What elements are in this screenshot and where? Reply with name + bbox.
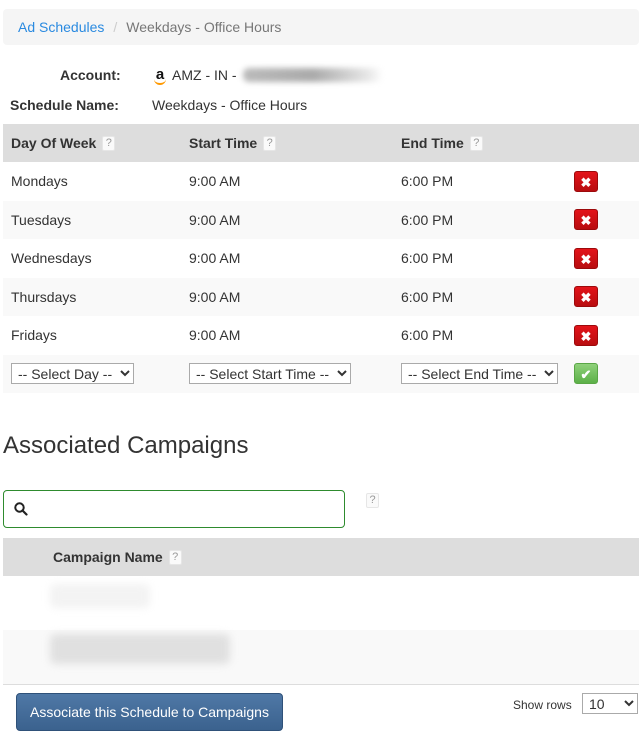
delete-row-button[interactable]: ✖ <box>574 286 598 308</box>
end-time-header: End Time? <box>393 124 566 162</box>
help-icon[interactable]: ? <box>102 136 116 152</box>
start-time-cell: 9:00 AM <box>189 250 241 267</box>
associate-schedule-button[interactable]: Associate this Schedule to Campaigns <box>16 693 283 731</box>
account-value-container: a AMZ - IN - <box>153 67 383 85</box>
add-row-confirm-button[interactable]: ✔ <box>574 363 598 385</box>
start-time-cell: 9:00 AM <box>189 327 241 344</box>
help-icon[interactable]: ? <box>263 136 277 152</box>
show-rows-select[interactable]: 10 <box>582 693 638 714</box>
select-day-dropdown[interactable]: -- Select Day -- <box>11 363 134 385</box>
associated-campaigns-title: Associated Campaigns <box>3 432 249 459</box>
redacted-account-name <box>242 68 383 82</box>
show-rows-label: Show rows <box>513 698 572 712</box>
breadcrumb-current: Weekdays - Office Hours <box>126 19 282 35</box>
breadcrumb: Ad Schedules / Weekdays - Office Hours <box>3 9 639 45</box>
delete-row-button[interactable]: ✖ <box>574 324 598 346</box>
table-row: Tuesdays 9:00 AM 6:00 PM ✖ <box>3 200 639 239</box>
day-cell: Tuesdays <box>3 200 181 239</box>
help-icon[interactable]: ? <box>469 136 483 152</box>
end-time-cell: 6:00 PM <box>393 277 566 316</box>
campaign-row[interactable] <box>3 630 639 684</box>
campaign-search-input[interactable] <box>36 494 344 524</box>
schedule-table-header: Day Of Week? Start Time? End Time? <box>3 124 639 162</box>
account-value: AMZ - IN - <box>172 67 237 83</box>
delete-row-button[interactable]: ✖ <box>574 209 598 231</box>
table-row: Wednesdays 9:00 AM 6:00 PM ✖ <box>3 239 639 278</box>
breadcrumb-separator: / <box>113 19 118 35</box>
schedule-table: Day Of Week? Start Time? End Time? Monda… <box>3 124 639 393</box>
campaign-name-header: Campaign Name <box>53 549 163 565</box>
search-help-icon[interactable]: ? <box>366 493 379 508</box>
campaign-row[interactable] <box>3 576 639 630</box>
table-row: Mondays 9:00 AM 6:00 PM ✖ <box>3 162 639 201</box>
end-time-cell: 6:00 PM <box>401 173 454 190</box>
schedule-name-value: Weekdays - Office Hours <box>152 97 308 113</box>
account-label: Account: <box>60 67 121 83</box>
delete-row-button[interactable]: ✖ <box>574 170 598 192</box>
select-start-time-dropdown[interactable]: -- Select Start Time -- <box>189 363 351 385</box>
end-time-cell: 6:00 PM <box>393 200 566 239</box>
day-cell: Fridays <box>11 327 57 344</box>
help-icon[interactable]: ? <box>168 549 182 565</box>
table-row: Fridays 9:00 AM 6:00 PM ✖ <box>3 316 639 355</box>
select-end-time-dropdown[interactable]: -- Select End Time -- <box>401 363 558 385</box>
schedule-name-label: Schedule Name: <box>10 97 119 113</box>
table-divider <box>3 684 639 685</box>
campaign-search-box[interactable] <box>3 490 345 528</box>
day-cell: Wednesdays <box>11 250 92 267</box>
redacted-campaign-name <box>50 584 150 608</box>
start-time-cell: 9:00 AM <box>181 200 393 239</box>
search-icon <box>14 502 28 516</box>
start-time-header: Start Time? <box>181 124 393 162</box>
table-row: Thursdays 9:00 AM 6:00 PM ✖ <box>3 277 639 316</box>
new-schedule-row: -- Select Day -- -- Select Start Time --… <box>3 354 639 393</box>
end-time-cell: 6:00 PM <box>401 327 454 344</box>
day-cell: Thursdays <box>3 277 181 316</box>
day-cell: Mondays <box>11 173 68 190</box>
delete-row-button[interactable]: ✖ <box>574 247 598 269</box>
start-time-cell: 9:00 AM <box>189 173 241 190</box>
breadcrumb-ad-schedules-link[interactable]: Ad Schedules <box>18 19 104 35</box>
campaign-table-header: Campaign Name ? <box>3 538 639 576</box>
action-header <box>566 124 639 162</box>
end-time-cell: 6:00 PM <box>401 250 454 267</box>
start-time-cell: 9:00 AM <box>181 277 393 316</box>
redacted-campaign-name <box>50 634 230 664</box>
day-of-week-header: Day Of Week? <box>3 124 181 162</box>
amazon-icon: a <box>153 67 167 85</box>
